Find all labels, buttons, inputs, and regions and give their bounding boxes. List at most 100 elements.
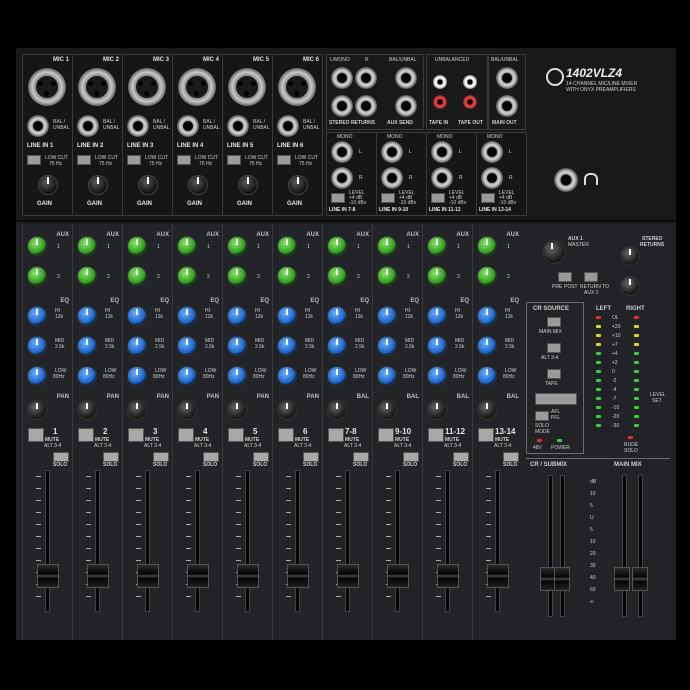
main-fader-l[interactable] <box>614 567 630 591</box>
aux1-knob[interactable] <box>177 236 197 256</box>
aux1-knob[interactable] <box>427 236 447 256</box>
aux2-knob[interactable] <box>177 266 197 286</box>
aux1-knob[interactable] <box>227 236 247 256</box>
aux1-knob[interactable] <box>77 236 97 256</box>
stereo-return-knob-1[interactable] <box>620 246 640 266</box>
level-switch[interactable] <box>481 193 495 203</box>
eq-mid-knob[interactable] <box>427 336 447 356</box>
channel-fader[interactable] <box>387 564 409 588</box>
level-switch[interactable] <box>331 193 345 203</box>
pre-post-switch[interactable] <box>558 272 572 282</box>
stereo-jack-l[interactable] <box>331 141 353 163</box>
eq-mid-knob[interactable] <box>227 336 247 356</box>
eq-low-knob[interactable] <box>177 366 197 386</box>
gain-knob[interactable] <box>238 175 258 195</box>
line-in-jack[interactable] <box>277 115 299 137</box>
phones-level-knob[interactable] <box>535 393 577 405</box>
stereo-return-jack-2[interactable] <box>355 67 377 89</box>
channel-fader[interactable] <box>437 564 459 588</box>
pan-knob[interactable] <box>77 400 97 420</box>
level-switch[interactable] <box>431 193 445 203</box>
eq-hi-knob[interactable] <box>427 306 447 326</box>
line-in-jack[interactable] <box>27 115 49 137</box>
eq-hi-knob[interactable] <box>327 306 347 326</box>
solo-button[interactable] <box>153 452 169 462</box>
mute-button[interactable] <box>378 428 394 442</box>
eq-low-knob[interactable] <box>377 366 397 386</box>
low-cut-switch[interactable] <box>127 155 141 165</box>
eq-hi-knob[interactable] <box>27 306 47 326</box>
eq-mid-knob[interactable] <box>277 336 297 356</box>
mute-button[interactable] <box>328 428 344 442</box>
channel-fader[interactable] <box>237 564 259 588</box>
solo-button[interactable] <box>503 452 519 462</box>
eq-low-knob[interactable] <box>327 366 347 386</box>
line-in-jack[interactable] <box>227 115 249 137</box>
eq-low-knob[interactable] <box>227 366 247 386</box>
balance-knob[interactable] <box>377 400 397 420</box>
aux2-knob[interactable] <box>327 266 347 286</box>
solo-button[interactable] <box>53 452 69 462</box>
solo-mode-switch[interactable] <box>535 411 549 421</box>
tape-out-rca-l[interactable] <box>463 75 477 89</box>
pan-knob[interactable] <box>27 400 47 420</box>
return-to-aux1-switch[interactable] <box>584 272 598 282</box>
aux2-knob[interactable] <box>127 266 147 286</box>
stereo-jack-l[interactable] <box>431 141 453 163</box>
aux1-master-knob[interactable] <box>542 240 566 264</box>
submix-fader-2[interactable] <box>554 567 570 591</box>
line-in-jack[interactable] <box>127 115 149 137</box>
level-switch[interactable] <box>381 193 395 203</box>
low-cut-switch[interactable] <box>27 155 41 165</box>
aux2-knob[interactable] <box>277 266 297 286</box>
stereo-return-jack-1[interactable] <box>331 67 353 89</box>
mute-button[interactable] <box>278 428 294 442</box>
cr-alt34-switch[interactable] <box>547 343 561 353</box>
tape-in-rca-l[interactable] <box>433 75 447 89</box>
eq-hi-knob[interactable] <box>277 306 297 326</box>
eq-low-knob[interactable] <box>77 366 97 386</box>
eq-hi-knob[interactable] <box>177 306 197 326</box>
mute-button[interactable] <box>128 428 144 442</box>
eq-mid-knob[interactable] <box>327 336 347 356</box>
balance-knob[interactable] <box>427 400 447 420</box>
solo-button[interactable] <box>403 452 419 462</box>
mute-button[interactable] <box>28 428 44 442</box>
xlr-jack[interactable] <box>178 68 216 106</box>
stereo-return-knob-2[interactable] <box>620 276 640 296</box>
stereo-return-jack-4[interactable] <box>355 95 377 117</box>
stereo-jack-r[interactable] <box>481 167 503 189</box>
line-in-jack[interactable] <box>177 115 199 137</box>
eq-mid-knob[interactable] <box>177 336 197 356</box>
channel-fader[interactable] <box>287 564 309 588</box>
line-in-jack[interactable] <box>77 115 99 137</box>
channel-fader[interactable] <box>337 564 359 588</box>
pan-knob[interactable] <box>277 400 297 420</box>
main-fader-r[interactable] <box>632 567 648 591</box>
solo-button[interactable] <box>203 452 219 462</box>
channel-fader[interactable] <box>37 564 59 588</box>
headphone-jack[interactable] <box>554 168 578 192</box>
main-out-jack-r[interactable] <box>496 95 518 117</box>
channel-fader[interactable] <box>87 564 109 588</box>
aux1-knob[interactable] <box>277 236 297 256</box>
stereo-jack-r[interactable] <box>381 167 403 189</box>
balance-knob[interactable] <box>327 400 347 420</box>
stereo-return-jack-3[interactable] <box>331 95 353 117</box>
aux1-knob[interactable] <box>377 236 397 256</box>
stereo-jack-l[interactable] <box>481 141 503 163</box>
low-cut-switch[interactable] <box>277 155 291 165</box>
eq-hi-knob[interactable] <box>77 306 97 326</box>
eq-mid-knob[interactable] <box>477 336 497 356</box>
aux2-knob[interactable] <box>377 266 397 286</box>
channel-fader[interactable] <box>137 564 159 588</box>
mute-button[interactable] <box>478 428 494 442</box>
pan-knob[interactable] <box>227 400 247 420</box>
eq-mid-knob[interactable] <box>127 336 147 356</box>
eq-mid-knob[interactable] <box>377 336 397 356</box>
low-cut-switch[interactable] <box>227 155 241 165</box>
aux-send-jack-2[interactable] <box>395 95 417 117</box>
low-cut-switch[interactable] <box>77 155 91 165</box>
channel-fader[interactable] <box>487 564 509 588</box>
eq-low-knob[interactable] <box>277 366 297 386</box>
